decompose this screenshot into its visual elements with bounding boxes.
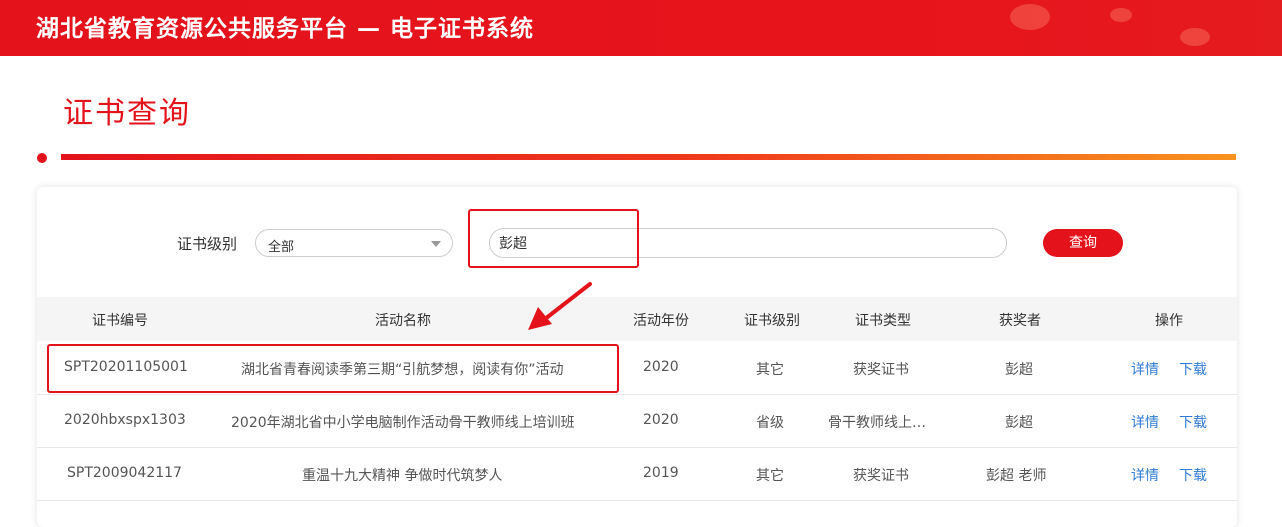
annotation-arrow-icon — [528, 282, 592, 330]
